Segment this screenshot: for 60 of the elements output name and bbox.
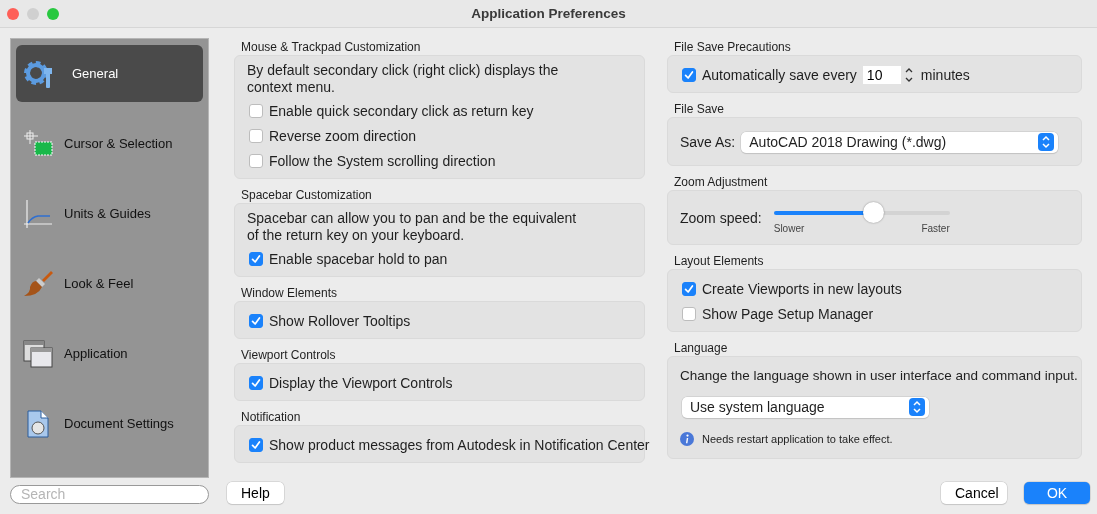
- checkbox[interactable]: [249, 251, 263, 266]
- dropdown[interactable]: AutoCAD 2018 Drawing (*.dwg): [741, 131, 1059, 153]
- stepper-arrows-icon: [1038, 133, 1055, 151]
- slider-thumb[interactable]: [863, 201, 885, 223]
- field-label: Zoom speed:: [680, 210, 762, 226]
- checkbox[interactable]: [682, 306, 696, 321]
- section-heading: Window Elements: [241, 287, 339, 300]
- section-heading: Notification: [241, 411, 302, 424]
- checkbox-label: Automatically save every: [702, 66, 857, 83]
- ok-button[interactable]: OK: [1024, 482, 1090, 504]
- section-heading: Spacebar Customization: [241, 189, 373, 202]
- stepper-arrows-icon: [909, 398, 925, 416]
- field-label: Save As:: [680, 134, 736, 150]
- sidebar-item[interactable]: Units & Guides: [16, 185, 203, 242]
- checkbox[interactable]: [249, 153, 263, 168]
- checkbox-label: Enable spacebar hold to pan: [269, 250, 448, 267]
- close-button[interactable]: [7, 7, 19, 20]
- cancel-button[interactable]: Cancel: [941, 482, 1007, 504]
- checkbox[interactable]: [682, 67, 696, 82]
- section-heading: Viewport Controls: [241, 349, 337, 362]
- checkbox-label: Show Page Setup Manager: [702, 305, 874, 322]
- checkbox[interactable]: [249, 437, 263, 452]
- checkbox[interactable]: [249, 128, 263, 143]
- checkbox[interactable]: [249, 313, 263, 328]
- section-heading: Language: [674, 342, 729, 355]
- slider-min-label: Slower: [773, 222, 805, 234]
- description-text: By default secondary click (right click) displays the context menu.: [247, 62, 560, 96]
- section-heading: Layout Elements: [674, 255, 765, 268]
- sidebar-item[interactable]: Look & Feel: [16, 255, 203, 312]
- slider-max-label: Faster: [921, 222, 950, 234]
- sidebar-item[interactable]: General: [16, 45, 203, 102]
- description-text: Spacebar can allow you to pan and be the equivalent of the return key on your keyboard.: [247, 210, 578, 244]
- windows-icon: [22, 337, 54, 370]
- info-icon: [680, 432, 694, 446]
- graph-axes-icon: [22, 197, 54, 230]
- window-title: Application Preferences: [471, 6, 626, 21]
- help-button[interactable]: Help: [227, 482, 284, 504]
- number-field[interactable]: 10: [862, 65, 901, 84]
- sidebar-item[interactable]: Cursor & Selection: [16, 115, 203, 172]
- dropdown[interactable]: Use system language: [682, 396, 929, 418]
- note-text: Needs restart application to take effect.: [702, 433, 893, 445]
- checkbox[interactable]: [249, 103, 263, 118]
- checkbox[interactable]: [682, 281, 696, 296]
- section-heading: File Save Precautions: [674, 41, 792, 54]
- slider-track[interactable]: [773, 201, 950, 223]
- checkbox[interactable]: [249, 375, 263, 390]
- checkbox-label: Reverse zoom direction: [269, 127, 417, 144]
- checkbox-label: Create Viewports in new layouts: [702, 280, 902, 297]
- checkbox-label: Follow the System scrolling direction: [269, 152, 496, 169]
- sidebar-item[interactable]: Document Settings: [16, 395, 203, 452]
- checkbox-label: Enable quick secondary click as return key: [269, 102, 534, 119]
- checkbox-label: Display the Viewport Controls: [269, 374, 453, 391]
- sidebar-item[interactable]: Application: [16, 325, 203, 382]
- search-field[interactable]: Search: [10, 484, 209, 504]
- checkbox-label: Show Rollover Tooltips: [269, 312, 411, 329]
- checkbox-label: Show product messages from Autodesk in Notification Center: [269, 436, 650, 453]
- unit-label: minutes: [920, 66, 970, 83]
- section-heading: Zoom Adjustment: [674, 176, 769, 189]
- section-heading: Mouse & Trackpad Customization: [241, 41, 422, 54]
- section-heading: File Save: [674, 103, 726, 116]
